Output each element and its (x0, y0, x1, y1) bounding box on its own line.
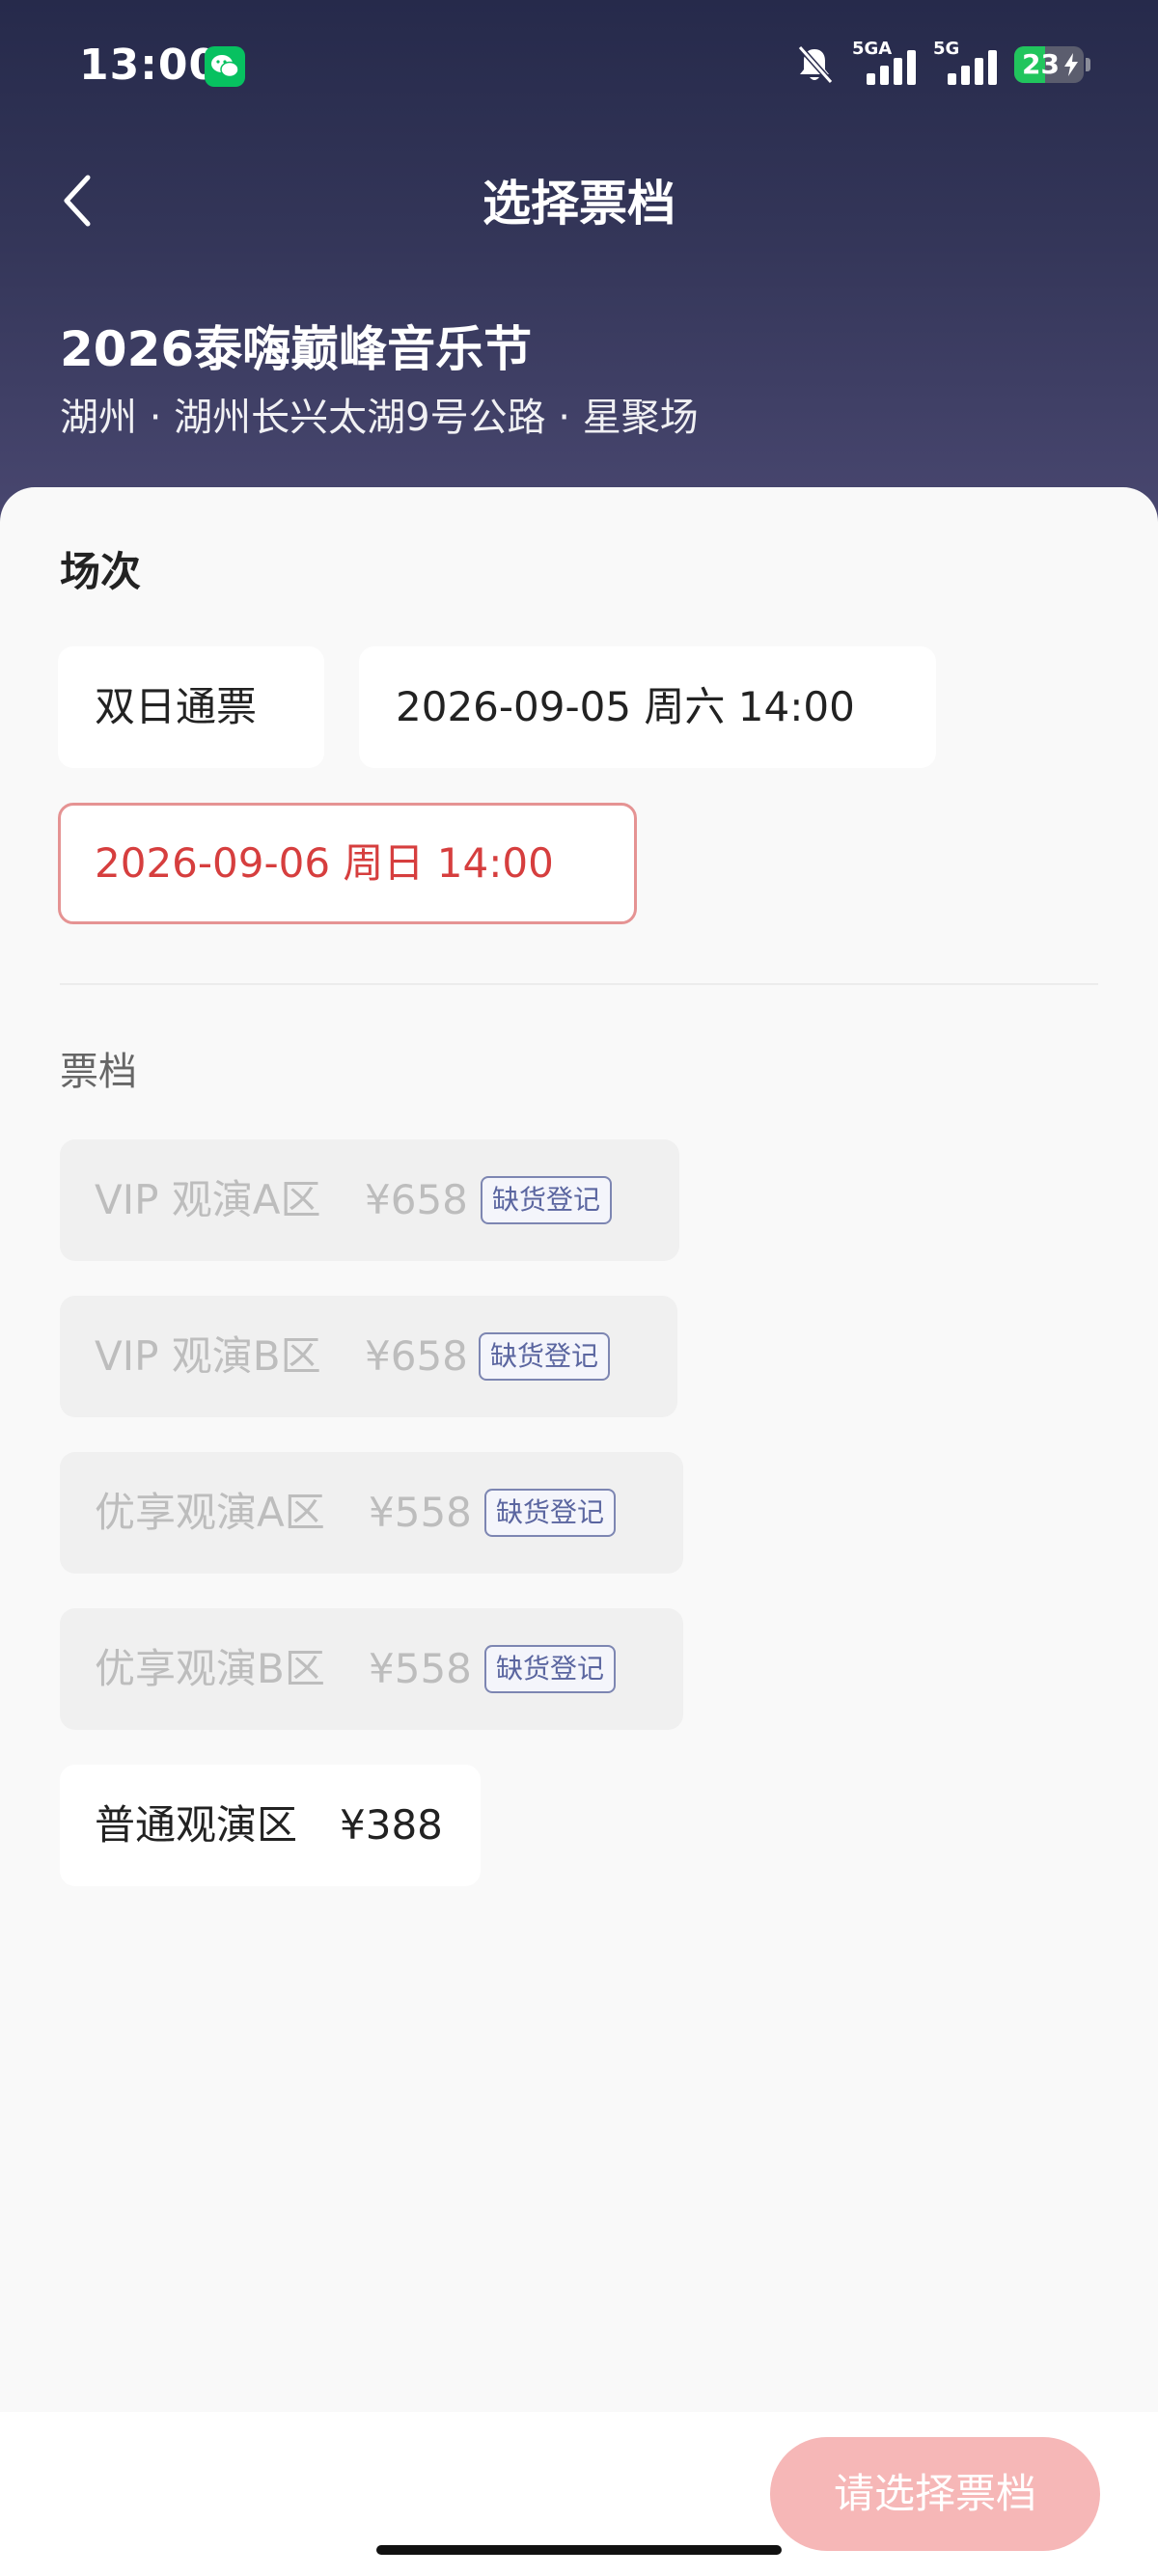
battery-level: 23 (1022, 48, 1060, 80)
bell-muted-icon (797, 45, 834, 84)
tier-name: VIP 观演B区 (95, 1332, 321, 1380)
tier-section-label: 票档 (60, 1050, 137, 1094)
page-title: 选择票档 (482, 176, 676, 232)
tier-option-vip-b[interactable]: VIP 观演B区 ¥658 缺货登记 (60, 1296, 677, 1417)
tier-option-vip-a[interactable]: VIP 观演A区 ¥658 缺货登记 (60, 1139, 679, 1261)
tier-name: VIP 观演A区 (95, 1176, 321, 1223)
wechat-icon (205, 46, 245, 87)
session-section-label: 场次 (60, 548, 142, 595)
tier-option-premium-a[interactable]: 优享观演A区 ¥558 缺货登记 (60, 1452, 683, 1574)
confirm-tier-button[interactable]: 请选择票档 (770, 2437, 1100, 2551)
battery-cap (1086, 58, 1090, 71)
bottom-bar: 请选择票档 (0, 2412, 1158, 2576)
event-title: 2026泰嗨巅峰音乐节 (60, 321, 533, 377)
session-option-double-day[interactable]: 双日通票 (58, 646, 324, 768)
tier-price: ¥558 (369, 1645, 472, 1692)
event-venue: 湖州 · 湖州长兴太湖9号公路 · 星聚场 (60, 396, 699, 440)
out-of-stock-register-badge[interactable]: 缺货登记 (481, 1176, 613, 1224)
tier-price: ¥658 (365, 1332, 468, 1380)
status-bar: 13:00 5GA 5G 23 (0, 0, 1158, 131)
out-of-stock-register-badge[interactable]: 缺货登记 (479, 1332, 611, 1381)
tier-name: 优享观演A区 (95, 1489, 325, 1536)
tier-option-premium-b[interactable]: 优享观演B区 ¥558 缺货登记 (60, 1608, 683, 1730)
tier-price: ¥558 (369, 1489, 472, 1536)
divider (60, 983, 1098, 985)
content-card: 场次 双日通票 2026-09-05 周六 14:00 2026-09-06 周… (0, 487, 1158, 2417)
tier-name: 优享观演B区 (95, 1645, 325, 1692)
out-of-stock-register-badge[interactable]: 缺货登记 (484, 1645, 617, 1693)
tier-name: 普通观演区 (95, 1801, 298, 1849)
status-time: 13:00 (79, 41, 220, 90)
signal-icon: 5G (933, 39, 997, 87)
session-option-0905[interactable]: 2026-09-05 周六 14:00 (359, 646, 936, 768)
home-indicator[interactable] (376, 2545, 782, 2555)
battery-charging-icon: 23 (1014, 46, 1084, 83)
status-icons: 5GA 5G 23 (794, 39, 1090, 89)
tier-price: ¥388 (340, 1801, 443, 1849)
session-option-0906[interactable]: 2026-09-06 周日 14:00 (58, 803, 637, 924)
signal-icon: 5GA (852, 39, 916, 87)
tier-price: ¥658 (365, 1176, 468, 1223)
out-of-stock-register-badge[interactable]: 缺货登记 (484, 1489, 617, 1537)
tier-option-standard[interactable]: 普通观演区 ¥388 (60, 1765, 481, 1886)
